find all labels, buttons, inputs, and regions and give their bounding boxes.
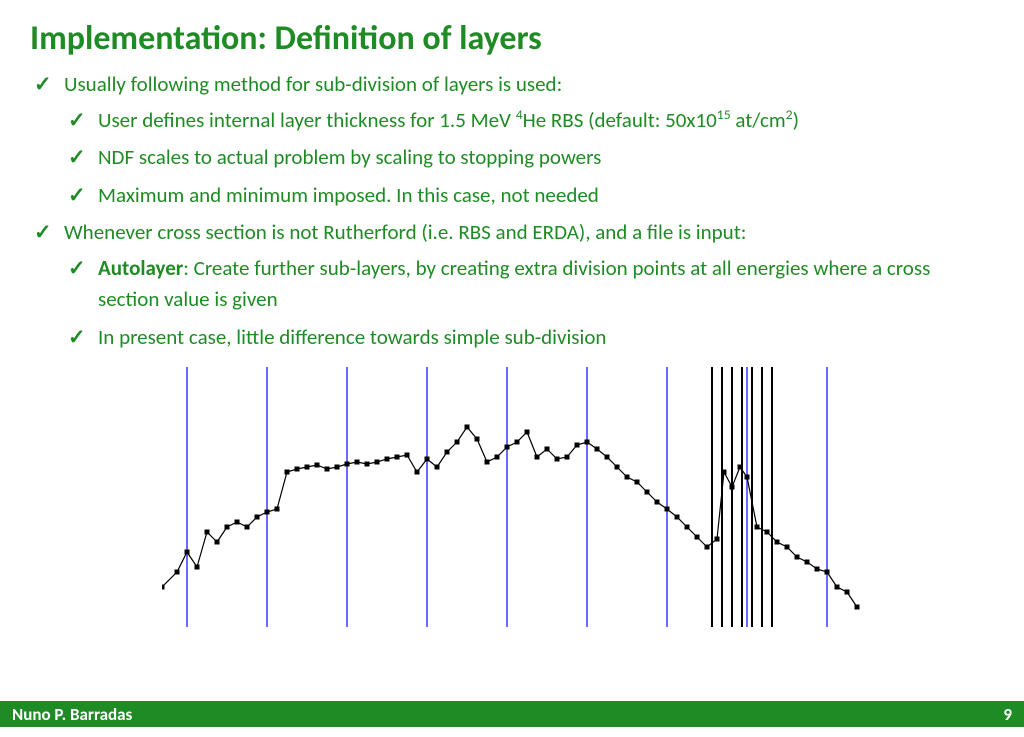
- cross-section-chart: [162, 367, 862, 627]
- b1a-sup3: 2: [786, 106, 793, 123]
- bullet-2: Whenever cross section is not Rutherford…: [30, 217, 994, 353]
- slide-title: Implementation: Definition of layers: [0, 0, 1024, 69]
- bullet-1: Usually following method for sub-divisio…: [30, 69, 994, 211]
- b2a-rest: : Create further sub-layers, by creating…: [98, 255, 930, 313]
- bullet-1a: User defines internal layer thickness fo…: [64, 105, 994, 137]
- footer-bar: Nuno P. Barradas 9: [0, 701, 1024, 727]
- bullet-1c: Maximum and minimum imposed. In this cas…: [64, 180, 994, 212]
- b1a-end: ): [793, 107, 799, 133]
- chart-container: [30, 367, 994, 627]
- footer-author: Nuno P. Barradas: [12, 704, 132, 725]
- b1a-mid2: at/cm: [731, 107, 786, 133]
- b1a-mid: He RBS (default: 50x10: [523, 107, 717, 133]
- bullet-2a: Autolayer: Create further sub-layers, by…: [64, 253, 994, 316]
- bullet-2b: In present case, little difference towar…: [64, 322, 994, 354]
- bullet-1b: NDF scales to actual problem by scaling …: [64, 142, 994, 174]
- slide-content: Usually following method for sub-divisio…: [0, 69, 1024, 737]
- bullet-2-text: Whenever cross section is not Rutherford…: [64, 219, 746, 245]
- bullet-1-text: Usually following method for sub-divisio…: [64, 71, 562, 97]
- slide: Implementation: Definition of layers Usu…: [0, 0, 1024, 737]
- b2a-bold: Autolayer: [98, 255, 183, 281]
- b1a-pre: User defines internal layer thickness fo…: [98, 107, 516, 133]
- footer-page: 9: [1003, 704, 1012, 725]
- b1a-sup2: 15: [717, 106, 731, 123]
- b1a-sup1: 4: [516, 106, 523, 123]
